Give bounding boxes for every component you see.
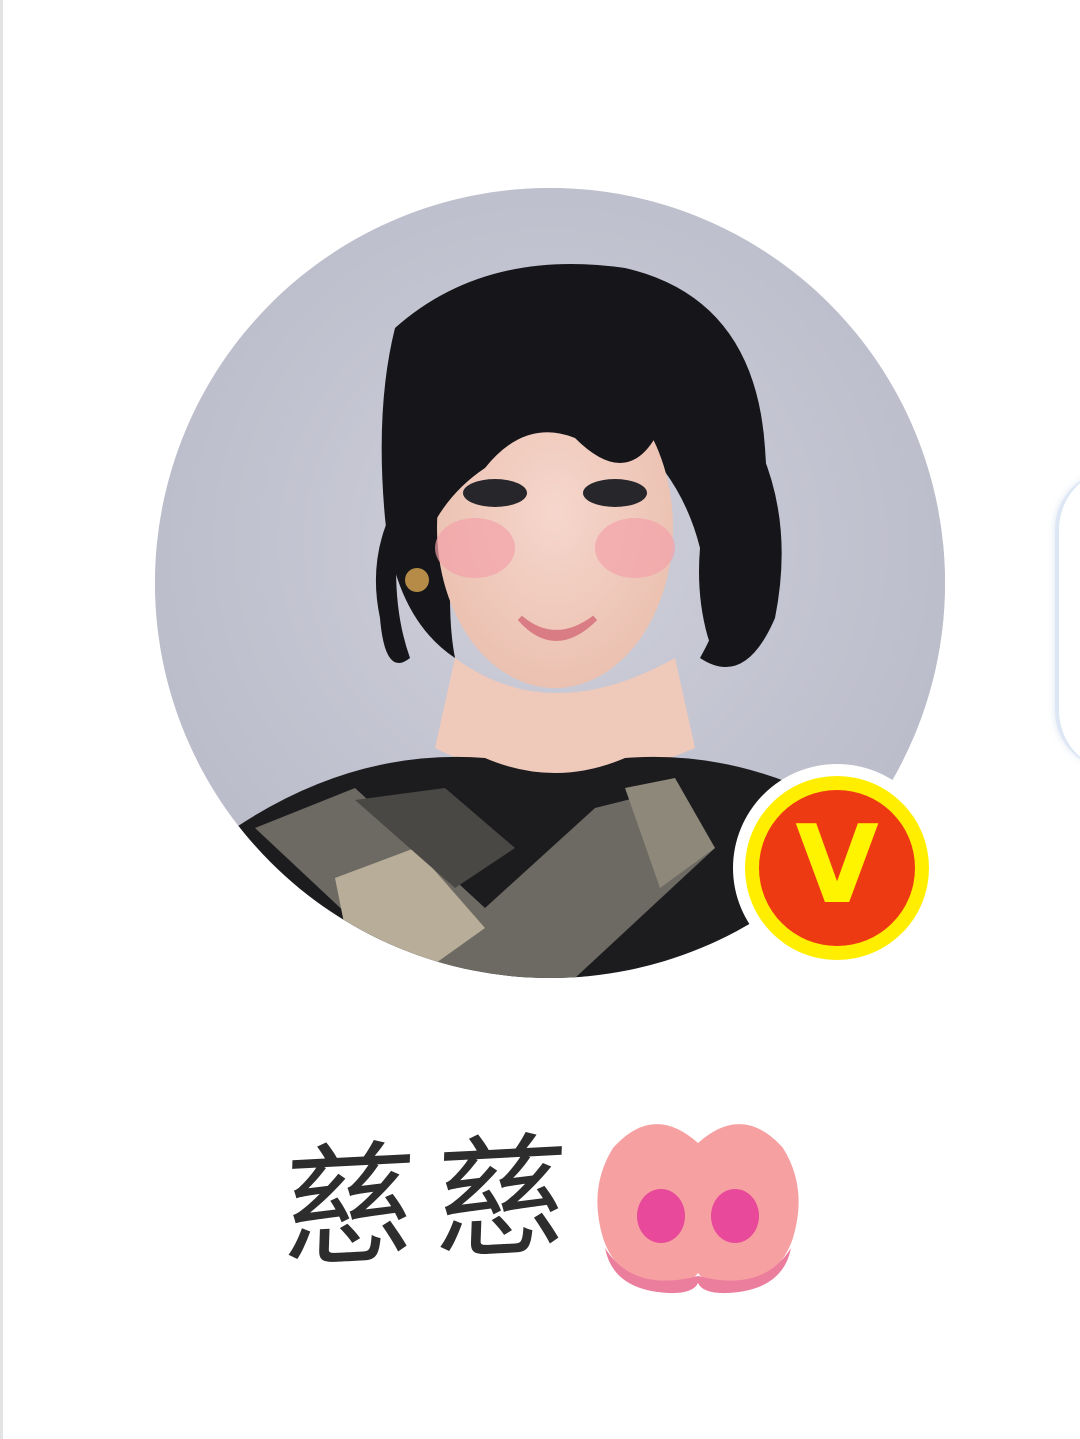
peach-icon: [593, 1108, 803, 1298]
next-card-edge[interactable]: [1055, 470, 1080, 770]
nickname-row: 慈慈: [3, 1108, 1080, 1298]
verified-letter: V: [795, 803, 879, 928]
verified-v-badge-icon: V: [729, 760, 945, 976]
profile-header: V 慈慈: [0, 0, 1080, 1439]
user-nickname[interactable]: 慈慈: [281, 1118, 590, 1288]
avatar-container[interactable]: V: [155, 188, 945, 978]
